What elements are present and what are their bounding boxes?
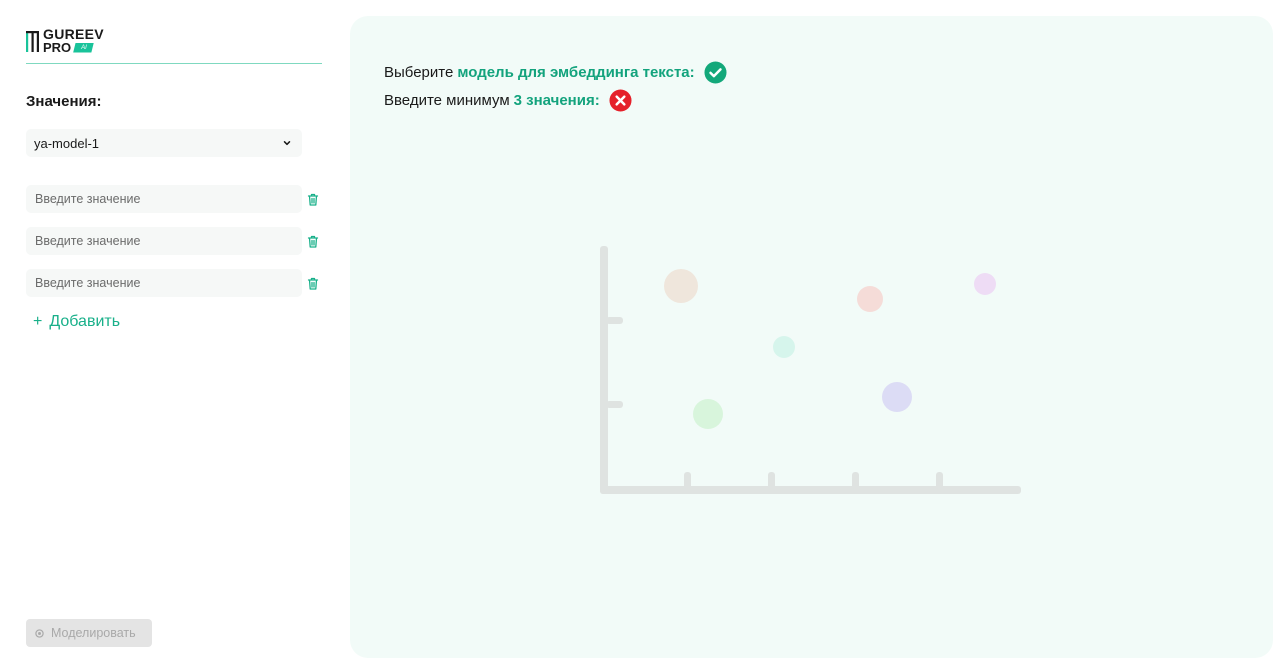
model-select-value: ya-model-1 [34, 135, 100, 151]
simulate-button[interactable]: Моделировать [26, 619, 152, 647]
scatter-plot-placeholder [600, 246, 1021, 494]
logo-text-gureev: GUREEV [43, 26, 104, 42]
add-value-label: Добавить [49, 313, 121, 330]
status-model: Выберите модель для эмбеддинга текста: [384, 61, 727, 84]
bubble [664, 269, 698, 303]
status-values: Введите минимум 3 значения: [384, 89, 632, 112]
add-value-button[interactable]: + Добавить [33, 313, 120, 331]
bubble [693, 399, 723, 429]
logo-mark-icon [26, 31, 39, 52]
values-title: Значения: [26, 93, 102, 110]
sidebar: GUREEV PRO AI Значения: ya-model-1 Введи… [0, 0, 340, 667]
y-axis [600, 246, 608, 494]
bubble [882, 382, 912, 412]
y-tick [606, 317, 623, 324]
trash-icon[interactable] [306, 192, 320, 206]
trash-icon[interactable] [306, 276, 320, 290]
x-tick [768, 472, 775, 489]
status-values-prefix: Введите минимум [384, 92, 510, 109]
value-input[interactable] [26, 185, 302, 213]
status-model-highlight: модель для эмбеддинга текста: [457, 64, 695, 81]
logo-ai-badge: AI [73, 42, 94, 53]
logo-text-pro: PRO [43, 40, 72, 55]
status-model-prefix: Выберите [384, 64, 454, 81]
target-icon [35, 628, 44, 638]
check-circle-icon [704, 61, 727, 84]
bubble [974, 273, 996, 295]
value-input[interactable] [26, 269, 302, 297]
x-axis [600, 486, 1021, 494]
y-tick [606, 401, 623, 408]
logo[interactable]: GUREEV PRO AI [26, 27, 104, 54]
value-input[interactable] [26, 227, 302, 255]
trash-icon[interactable] [306, 234, 320, 248]
plus-icon: + [33, 313, 43, 330]
bubble [857, 286, 883, 312]
visualization-panel: Выберите модель для эмбеддинга текста: В… [350, 16, 1273, 658]
x-tick [684, 472, 691, 489]
value-row [26, 185, 326, 213]
status-values-highlight: 3 значения: [513, 92, 600, 109]
simulate-button-label: Моделировать [51, 626, 136, 640]
x-tick [852, 472, 859, 489]
model-select[interactable]: ya-model-1 [26, 129, 302, 157]
x-circle-icon [609, 89, 632, 112]
value-row [26, 227, 326, 255]
x-tick [936, 472, 943, 489]
value-row [26, 269, 326, 297]
divider [26, 63, 322, 64]
chevron-down-icon [283, 141, 291, 146]
bubble [773, 336, 795, 358]
